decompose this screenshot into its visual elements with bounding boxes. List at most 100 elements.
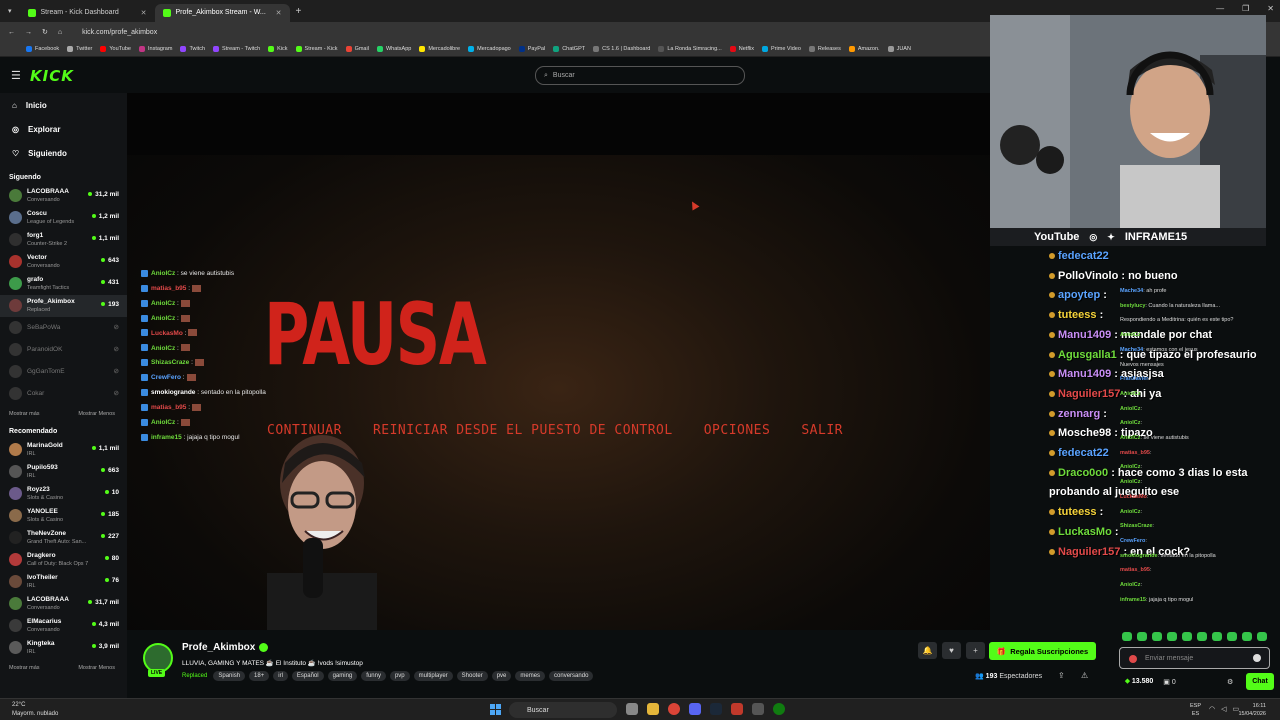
stream-tag[interactable]: 18+ [249, 671, 270, 681]
emote-picker-icon[interactable] [1197, 632, 1207, 641]
offline-channel-item[interactable]: ParanoidOK ⊘ [0, 339, 127, 361]
stream-tag[interactable]: Shooter [456, 671, 488, 681]
channel-item[interactable]: grafo Teamfight Tactics 431 [0, 273, 127, 295]
channel-item[interactable]: Royz23 Slots & Casino 10 [0, 483, 127, 505]
sidebar-nav-explorar[interactable]: ◎ Explorar [0, 117, 127, 141]
bookmark-item[interactable]: Stream - Kick [295, 46, 338, 52]
stream-tag[interactable]: pve [491, 671, 512, 681]
volume-icon[interactable]: ◁ [1221, 705, 1226, 713]
obs-icon[interactable] [752, 703, 764, 715]
bookmark-item[interactable]: Mercadopago [468, 46, 511, 52]
discord-icon[interactable] [689, 703, 701, 715]
bookmark-item[interactable]: PayPal [518, 46, 545, 52]
channel-item[interactable]: TheNevZone Grand Theft Auto: San... 227 [0, 527, 127, 549]
chat-username[interactable]: Naguiler157 [1058, 546, 1120, 558]
show-more-button[interactable]: Mostrar más [9, 411, 40, 417]
language-indicator[interactable]: ESP ES [1190, 702, 1201, 718]
chat-username[interactable]: apoytep [1058, 289, 1100, 301]
chat-username[interactable]: Draco0o0 [1058, 467, 1108, 479]
wifi-icon[interactable]: ◠ [1209, 705, 1215, 713]
new-tab-icon[interactable]: + [296, 6, 302, 17]
close-window-icon[interactable]: ✕ [1267, 4, 1274, 13]
emote-picker-icon[interactable] [1212, 632, 1222, 641]
chat-username[interactable]: fedecat22 [1058, 447, 1109, 459]
kick-logo[interactable]: KICK [30, 67, 74, 85]
channel-item[interactable]: YANOLEE Slots & Casino 185 [0, 505, 127, 527]
sidebar-nav-siguiendo[interactable]: ♡ Siguiendo [0, 141, 127, 165]
channel-item[interactable]: Pupilo593 IRL 663 [0, 461, 127, 483]
bookmark-item[interactable]: Twitter [67, 46, 92, 52]
chat-username[interactable]: zennarg [1058, 408, 1100, 420]
task-view-icon[interactable] [626, 703, 638, 715]
stream-tag[interactable]: funny [361, 671, 386, 681]
streamer-name[interactable]: Profe_Akimbox [182, 642, 269, 653]
stream-tag[interactable]: Español [291, 671, 324, 681]
bookmark-item[interactable]: YouTube [100, 46, 131, 52]
bookmark-item[interactable]: Releases [808, 46, 841, 52]
video-player[interactable]: PAUSA CONTINUAR REINICIAR DESDE EL PUESTO… [127, 93, 990, 630]
stream-tag[interactable]: irl [273, 671, 288, 681]
close-tab-icon[interactable]: ✕ [141, 9, 147, 17]
file-explorer-icon[interactable] [647, 703, 659, 715]
chat-username[interactable]: LuckasMo [1058, 526, 1112, 538]
show-more-button[interactable]: Mostrar más [9, 665, 40, 671]
bookmark-item[interactable]: JUAN [887, 46, 911, 52]
emote-picker-icon[interactable] [1227, 632, 1237, 641]
browser-tab-active[interactable]: Profe_Akimbox Stream - W... ✕ [154, 3, 290, 22]
bookmark-item[interactable]: Instagram [138, 46, 172, 52]
minimize-icon[interactable]: — [1216, 4, 1224, 13]
bookmark-item[interactable]: WhatsApp [376, 46, 411, 52]
bookmark-item[interactable]: Twitch [180, 46, 205, 52]
bookmark-item[interactable]: Netflix [729, 46, 754, 52]
report-icon[interactable]: ⚠ [1081, 671, 1088, 680]
bookmark-item[interactable]: La Ronda Simracing... [658, 46, 722, 52]
stream-tag[interactable]: conversando [549, 671, 594, 681]
xbox-icon[interactable] [773, 703, 785, 715]
chat-settings-icon[interactable]: ⚙ [1227, 678, 1233, 686]
chat-input[interactable]: Enviar mensaje [1119, 647, 1270, 669]
chat-username[interactable]: Naguiler157 [1058, 388, 1120, 400]
bookmark-item[interactable]: Kick [268, 46, 288, 52]
channel-item[interactable]: ElMacarius Conversando 4,3 mil [0, 615, 127, 637]
stream-tag[interactable]: memes [515, 671, 546, 681]
close-tab-icon[interactable]: ✕ [276, 9, 282, 17]
emote-picker-icon[interactable] [1242, 632, 1252, 641]
reload-icon[interactable]: ↻ [42, 28, 48, 36]
bookmark-item[interactable]: Facebook [26, 46, 59, 52]
channel-item[interactable]: Coscu League of Legends 1,2 mil [0, 207, 127, 229]
chat-send-button[interactable]: Chat [1246, 673, 1274, 690]
offline-channel-item[interactable]: SeBaPoWa ⊘ [0, 317, 127, 339]
stream-tag[interactable]: Spanish [213, 671, 246, 681]
category-link[interactable]: Replaced [182, 673, 207, 679]
bookmark-item[interactable]: ChatGPT [553, 46, 585, 52]
show-less-button[interactable]: Mostrar Menos [78, 411, 115, 417]
notification-bell-icon[interactable]: 🔔 [918, 642, 937, 659]
channel-item[interactable]: Vector Conversando 643 [0, 251, 127, 273]
bookmark-item[interactable]: Mercadolibre [419, 46, 460, 52]
channel-item[interactable]: MarinaGold IRL 1,1 mil [0, 439, 127, 461]
weather-widget[interactable]: 22°C Mayorm. nublado [12, 701, 58, 719]
offline-channel-item[interactable]: Cokar ⊘ [0, 383, 127, 405]
chat-username[interactable]: Mosche98 [1058, 427, 1111, 439]
channel-item[interactable]: LACOBRAAA Conversando 31,2 mil [0, 185, 127, 207]
chat-username[interactable]: Agusgalla1 [1058, 349, 1117, 361]
channel-item[interactable]: LACOBRAAA Conversando 31,7 mil [0, 593, 127, 615]
channel-item[interactable]: Dragkero Call of Duty: Black Ops 7 80 [0, 549, 127, 571]
steam-icon[interactable] [710, 703, 722, 715]
chat-username[interactable]: fedecat22 [1058, 250, 1109, 262]
emoji-icon[interactable] [1253, 654, 1261, 662]
emote-picker-icon[interactable] [1152, 632, 1162, 641]
sub-counter[interactable]: ▣ 0 [1163, 678, 1175, 686]
taskbar-search[interactable]: Buscar [509, 702, 617, 718]
forward-icon[interactable]: → [25, 29, 32, 36]
bookmark-item[interactable]: CS 1.6 | Dashboard [593, 46, 650, 52]
chrome-icon[interactable] [668, 703, 680, 715]
emote-picker-icon[interactable] [1257, 632, 1267, 641]
chat-username[interactable]: tuteess [1058, 506, 1097, 518]
subscribe-icon[interactable]: + [966, 642, 985, 659]
menu-icon[interactable]: ☰ [11, 69, 21, 82]
emote-picker-icon[interactable] [1137, 632, 1147, 641]
chat-username[interactable]: PolloVinolo [1058, 270, 1118, 282]
sim-app-icon[interactable] [731, 703, 743, 715]
emote-picker-icon[interactable] [1182, 632, 1192, 641]
